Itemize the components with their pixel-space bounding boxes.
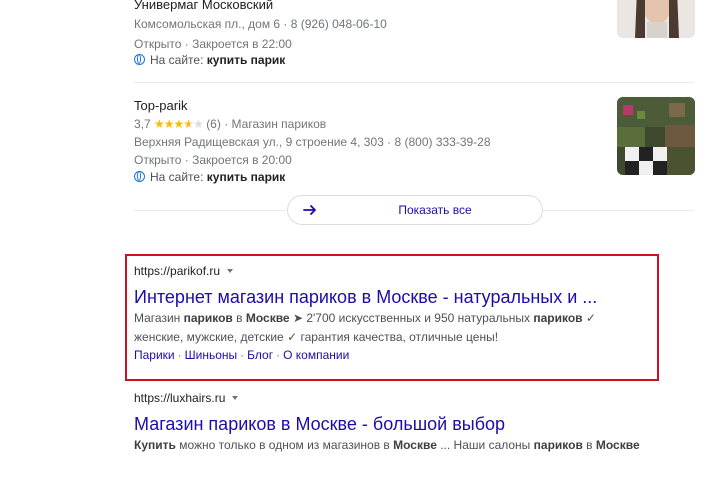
result-snippet-line1: Купить можно только в одном из магазинов… — [134, 436, 640, 454]
snippet-bold: Москве — [393, 438, 437, 452]
sitelink-about[interactable]: О компании — [283, 348, 349, 362]
rating-value: 3,7 — [134, 117, 151, 131]
result-url[interactable]: https://parikof.ru — [134, 264, 234, 278]
local-result-site[interactable]: На сайте: купить парик — [134, 169, 285, 185]
snippet-bold: Москве — [595, 438, 640, 452]
local-result-address: Верхняя Радищевская ул., 9 строение 4, 3… — [134, 135, 491, 149]
local-result-thumbnail[interactable] — [617, 0, 695, 38]
local-result-status: Открыто · Закроется в 20:00 — [134, 153, 292, 167]
show-all-label: Показать все — [398, 203, 472, 217]
dropdown-caret-icon[interactable] — [232, 396, 239, 400]
site-term: купить парик — [206, 53, 286, 67]
result-snippet-line2: женские, мужские, детские ✓ гарантия кач… — [134, 330, 499, 344]
local-result-rating-row: 3,7 ★★★★ ★ ★ (6) · Магазин париков — [134, 116, 326, 132]
result-title[interactable]: Интернет магазин париков в Москве - нату… — [134, 286, 597, 308]
snippet-text: в — [232, 311, 246, 325]
result-title[interactable]: Магазин париков в Москве - большой выбор — [134, 413, 505, 435]
site-term: купить парик — [206, 170, 286, 184]
local-result-site[interactable]: На сайте: купить парик — [134, 52, 285, 68]
result-url-text: https://luxhairs.ru — [134, 391, 226, 405]
local-result-address: Комсомольская пл., дом 6 · 8 (926) 048-0… — [134, 17, 387, 31]
sitelinks: Парики · Шиньоны · Блог · О компании — [134, 348, 350, 362]
rating-stars: ★★★★ ★ ★ — [154, 117, 204, 131]
divider — [134, 210, 286, 211]
snippet-bold: Москве — [245, 311, 290, 325]
category: · Магазин париков — [224, 117, 327, 131]
result-url[interactable]: https://luxhairs.ru — [134, 391, 239, 405]
local-result-name[interactable]: Универмаг Московский — [134, 0, 273, 13]
snippet-bold: Купить — [134, 438, 176, 452]
store-image — [617, 97, 695, 175]
review-count: (6) — [206, 117, 221, 131]
snippet-bold: париков — [183, 311, 233, 325]
site-prefix: На сайте: — [150, 170, 204, 184]
snippet-text: можно только в одном из магазинов в — [175, 438, 394, 452]
portrait-image — [617, 0, 695, 38]
local-result-name[interactable]: Top-parik — [134, 98, 187, 114]
show-all-button[interactable]: Показать все — [287, 195, 543, 225]
snippet-text: ➤ 2'700 искусственных и 950 натуральных — [289, 311, 534, 325]
divider — [543, 210, 694, 211]
globe-icon — [134, 54, 145, 65]
snippet-text: в — [582, 438, 596, 452]
snippet-text: ✓ — [582, 311, 596, 325]
divider — [134, 82, 694, 83]
snippet-bold: париков — [533, 438, 583, 452]
sitelink-blog[interactable]: Блог — [247, 348, 273, 362]
sitelink-shinony[interactable]: Шиньоны — [185, 348, 238, 362]
dropdown-caret-icon[interactable] — [227, 269, 234, 273]
site-prefix: На сайте: — [150, 53, 204, 67]
snippet-text: Магазин — [134, 311, 184, 325]
sitelink-pariki[interactable]: Парики — [134, 348, 175, 362]
result-url-text: https://parikof.ru — [134, 264, 221, 278]
globe-icon — [134, 171, 145, 182]
local-result-thumbnail[interactable] — [617, 97, 695, 175]
snippet-text: ... Наши салоны — [436, 438, 534, 452]
local-result-status: Открыто · Закроется в 22:00 — [134, 37, 292, 51]
snippet-bold: париков — [533, 311, 583, 325]
result-snippet-line1: Магазин париков в Москве ➤ 2'700 искусст… — [134, 309, 596, 327]
